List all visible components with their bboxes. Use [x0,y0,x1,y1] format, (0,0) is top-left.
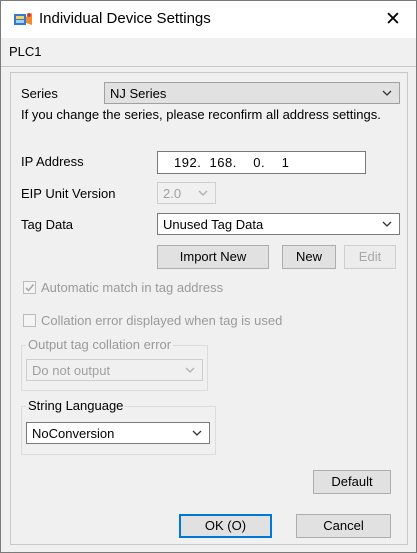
checkmark-icon [25,283,35,292]
dialog-window: Individual Device Settings ✕ PLC1 Series… [0,0,417,553]
output-collation-title: Output tag collation error [26,337,174,352]
new-button[interactable]: New [282,245,336,269]
auto-match-label: Automatic match in tag address [41,280,224,295]
series-note: If you change the series, please reconfi… [21,107,381,122]
string-language-dropdown[interactable]: NoConversion [26,422,210,444]
divider [1,66,416,67]
settings-panel: Series NJ Series If you change the serie… [10,72,408,545]
output-collation-dropdown[interactable]: Do not output [26,359,203,381]
edit-button[interactable]: Edit [344,245,396,269]
string-language-value: NoConversion [32,426,115,441]
chevron-down-icon [382,221,392,227]
collation-display-label: Collation error displayed when tag is us… [41,313,283,328]
output-collation-group: Output tag collation error Do not output [21,337,208,391]
series-label: Series [21,86,58,101]
auto-match-checkbox[interactable] [23,281,36,294]
tag-data-label: Tag Data [21,217,74,232]
series-value: NJ Series [110,86,167,101]
collation-display-checkbox[interactable] [23,314,36,327]
chevron-down-icon [192,430,202,436]
ip-address-value: 192. 168. 0. 1 [174,155,290,170]
title-bar: Individual Device Settings ✕ [1,1,416,38]
chevron-down-icon [382,90,392,96]
cancel-button[interactable]: Cancel [296,514,391,538]
string-language-group: String Language NoConversion [21,398,216,455]
eip-unit-version-label: EIP Unit Version [21,186,116,201]
window-title: Individual Device Settings [39,10,211,27]
ip-address-label: IP Address [21,154,84,169]
output-collation-value: Do not output [32,363,111,378]
tag-data-value: Unused Tag Data [163,217,264,232]
chevron-down-icon [198,190,208,196]
chevron-down-icon [185,367,195,373]
ok-button[interactable]: OK (O) [179,514,272,538]
plc-device-icon [14,13,32,25]
device-name: PLC1 [9,44,42,59]
eip-unit-version-value: 2.0 [163,186,182,201]
ip-address-field[interactable]: 192. 168. 0. 1 [157,151,366,174]
default-button[interactable]: Default [313,470,391,494]
device-header: PLC1 [1,38,416,66]
tag-data-dropdown[interactable]: Unused Tag Data [157,213,400,235]
series-dropdown[interactable]: NJ Series [104,82,400,104]
import-new-button[interactable]: Import New [157,245,269,269]
close-icon[interactable]: ✕ [370,1,416,38]
eip-unit-version-dropdown[interactable]: 2.0 [157,182,216,204]
string-language-title: String Language [26,398,126,413]
